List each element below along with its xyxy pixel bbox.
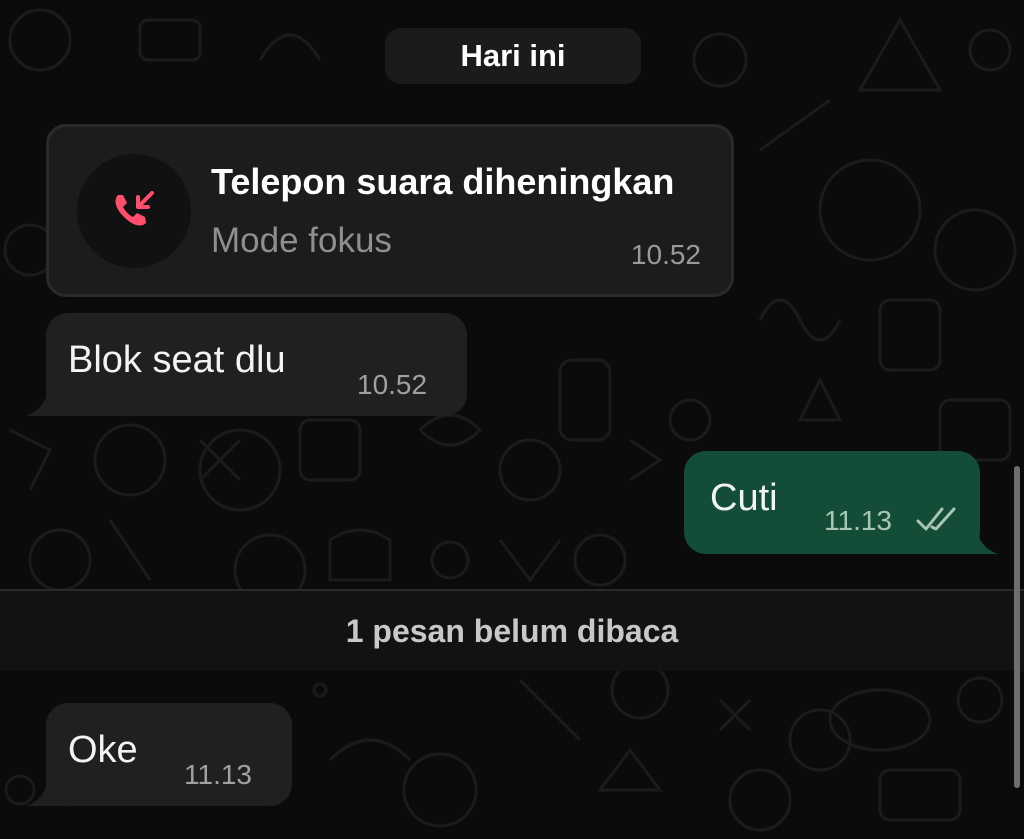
- muted-call-notice[interactable]: Telepon suara diheningkan Mode fokus 10.…: [46, 124, 734, 297]
- message-text: Oke: [68, 729, 138, 771]
- muted-call-icon: [115, 191, 154, 226]
- message-bubble-incoming[interactable]: Blok seat dlu 10.52: [46, 313, 467, 416]
- date-separator: Hari ini: [385, 28, 641, 84]
- unread-messages-banner: 1 pesan belum dibaca: [0, 589, 1024, 671]
- call-notice-title: Telepon suara diheningkan: [211, 161, 675, 202]
- call-notice-time: 10.52: [630, 239, 701, 270]
- call-notice-subtitle: Mode fokus: [211, 221, 392, 260]
- scrollbar[interactable]: [1014, 466, 1020, 788]
- message-time: 11.13: [184, 759, 252, 790]
- message-bubble-incoming[interactable]: Oke 11.13: [46, 703, 292, 806]
- message-time: 11.13: [824, 505, 892, 536]
- message-time: 10.52: [357, 369, 428, 400]
- message-text: Cuti: [710, 477, 778, 519]
- call-icon-container: [77, 154, 191, 268]
- message-text: Blok seat dlu: [68, 339, 286, 381]
- double-check-icon: [916, 507, 956, 531]
- message-bubble-outgoing[interactable]: Cuti 11.13: [684, 451, 980, 554]
